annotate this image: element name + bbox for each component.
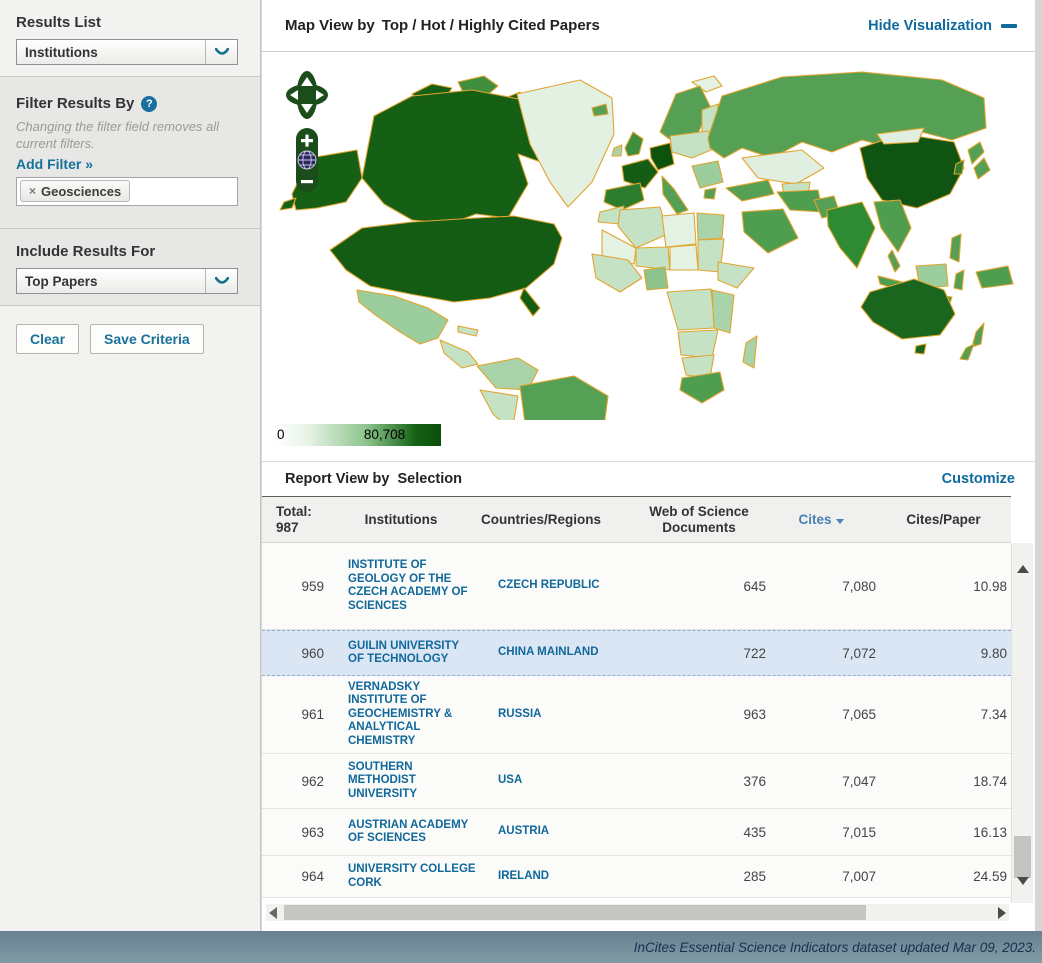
results-table-header: Total: 987 Institutions Countries/Region… xyxy=(262,496,1011,543)
results-list-select[interactable]: Institutions xyxy=(16,39,238,65)
dataset-update-note: InCites Essential Science Indicators dat… xyxy=(634,940,1036,955)
total-count: Total: 987 xyxy=(262,504,326,536)
criteria-actions-section: Clear Save Criteria xyxy=(0,306,260,931)
legend-min-value: 0 xyxy=(277,427,285,442)
institution-link[interactable]: UNIVERSITY COLLEGE CORK xyxy=(326,863,476,890)
results-list-selected-value: Institutions xyxy=(17,45,205,60)
include-results-heading: Include Results For xyxy=(16,243,244,260)
map-view-label: Map View by xyxy=(285,17,375,34)
map-controls xyxy=(284,70,330,203)
report-view-mode[interactable]: Selection xyxy=(397,471,461,487)
table-row-selected[interactable]: 960 GUILIN UNIVERSITY OF TECHNOLOGY CHIN… xyxy=(262,630,1011,676)
filter-tag-label: Geosciences xyxy=(41,184,121,199)
column-header-countries[interactable]: Countries/Regions xyxy=(476,512,606,528)
customize-link[interactable]: Customize xyxy=(942,471,1015,487)
include-results-selected-value: Top Papers xyxy=(17,274,205,289)
filter-tags-box: × Geosciences xyxy=(16,177,238,206)
table-row[interactable]: 959 INSTITUTE OF GEOLOGY OF THE CZECH AC… xyxy=(262,543,1011,630)
scroll-up-icon[interactable] xyxy=(1017,565,1029,573)
institution-link[interactable]: SOUTHERN METHODIST UNIVERSITY xyxy=(326,761,476,802)
page-footer: InCites Essential Science Indicators dat… xyxy=(0,931,1042,963)
scroll-down-icon[interactable] xyxy=(1017,877,1029,885)
map-view-header: Map View by Top / Hot / Highly Cited Pap… xyxy=(262,0,1035,52)
column-header-documents[interactable]: Web of Science Documents xyxy=(606,504,766,536)
horizontal-scroll-thumb[interactable] xyxy=(284,905,866,920)
institution-link[interactable]: VERNADSKY INSTITUTE OF GEOCHEMISTRY & AN… xyxy=(326,681,476,749)
zoom-control xyxy=(296,128,318,192)
institution-link[interactable]: AUSTRIAN ACADEMY OF SCIENCES xyxy=(326,819,476,846)
scroll-left-icon[interactable] xyxy=(269,907,277,919)
clear-button[interactable]: Clear xyxy=(16,324,79,354)
map-color-legend: 0 80,708 xyxy=(275,424,441,446)
column-header-cites[interactable]: Cites xyxy=(766,512,876,528)
scroll-right-icon[interactable] xyxy=(998,907,1006,919)
include-results-select[interactable]: Top Papers xyxy=(16,268,238,294)
collapse-minus-icon xyxy=(1001,24,1017,28)
hide-visualization-label: Hide Visualization xyxy=(868,18,992,34)
column-header-cites-per-paper[interactable]: Cites/Paper xyxy=(876,512,1011,528)
include-results-section: Include Results For Top Papers xyxy=(0,229,260,306)
hide-visualization-link[interactable]: Hide Visualization xyxy=(868,18,1017,34)
institution-link[interactable]: GUILIN UNIVERSITY OF TECHNOLOGY xyxy=(326,640,476,667)
sidebar: Results List Institutions Filter Results… xyxy=(0,0,261,931)
column-header-institutions[interactable]: Institutions xyxy=(326,512,476,528)
world-map-area[interactable]: 0 80,708 xyxy=(262,52,1035,462)
chevron-down-icon xyxy=(205,269,237,293)
table-row[interactable]: 961 VERNADSKY INSTITUTE OF GEOCHEMISTRY … xyxy=(262,676,1011,754)
legend-max-value: 80,708 xyxy=(364,427,405,442)
choropleth-world-map[interactable] xyxy=(262,52,1035,420)
filter-section: Filter Results By ? Changing the filter … xyxy=(0,77,260,229)
chevron-down-icon xyxy=(205,40,237,64)
institution-link[interactable]: INSTITUTE OF GEOLOGY OF THE CZECH ACADEM… xyxy=(326,559,476,613)
report-view-label: Report View by xyxy=(285,471,389,487)
filter-tag-geosciences[interactable]: × Geosciences xyxy=(20,180,130,202)
report-view-header: Report View by Selection Customize xyxy=(262,462,1035,496)
remove-filter-icon[interactable]: × xyxy=(29,184,36,198)
sort-descending-icon xyxy=(836,519,844,524)
filter-heading: Filter Results By xyxy=(16,95,134,112)
table-row[interactable]: 963 AUSTRIAN ACADEMY OF SCIENCES AUSTRIA… xyxy=(262,809,1011,856)
results-list-heading: Results List xyxy=(16,14,244,31)
map-view-metric[interactable]: Top / Hot / Highly Cited Papers xyxy=(382,17,600,34)
help-icon[interactable]: ? xyxy=(141,96,157,112)
results-list-section: Results List Institutions xyxy=(0,0,260,77)
vertical-scroll-thumb[interactable] xyxy=(1014,836,1031,878)
add-filter-link[interactable]: Add Filter » xyxy=(16,156,93,172)
table-row[interactable]: 962 SOUTHERN METHODIST UNIVERSITY USA 37… xyxy=(262,754,1011,809)
table-row[interactable]: 964 UNIVERSITY COLLEGE CORK IRELAND 285 … xyxy=(262,856,1011,898)
filter-note: Changing the filter field removes all cu… xyxy=(16,118,244,152)
vertical-scrollbar[interactable] xyxy=(1011,543,1033,903)
horizontal-scrollbar[interactable] xyxy=(266,904,1009,921)
pan-control xyxy=(286,71,328,119)
main-panel: Map View by Top / Hot / Highly Cited Pap… xyxy=(262,0,1035,931)
save-criteria-button[interactable]: Save Criteria xyxy=(90,324,204,354)
results-table-body: 959 INSTITUTE OF GEOLOGY OF THE CZECH AC… xyxy=(262,543,1011,898)
